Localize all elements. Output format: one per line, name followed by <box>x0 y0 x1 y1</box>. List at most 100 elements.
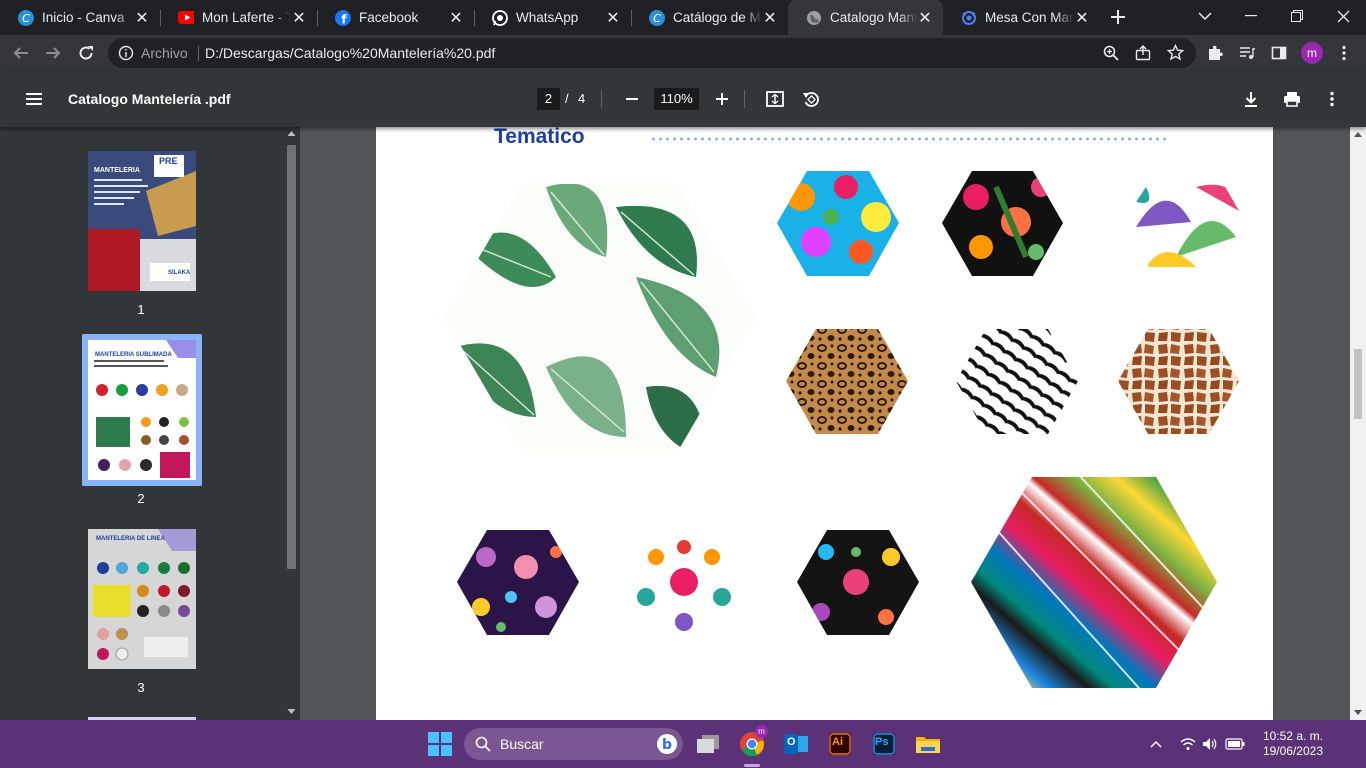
share-icon[interactable] <box>1135 45 1151 66</box>
tab-search-button[interactable] <box>1182 0 1228 32</box>
zoom-level-input[interactable]: 110% <box>654 88 699 110</box>
whatsapp-icon <box>492 9 508 26</box>
tab-catalogo-mantele-active[interactable]: Catalogo Mantele ✕ <box>788 0 943 35</box>
illustrator-taskbar-button[interactable]: Ai <box>826 730 854 758</box>
sidebar-toggle-button[interactable] <box>20 85 48 113</box>
taskbar-search[interactable]: Buscar b <box>464 728 683 760</box>
sidebar-scrollbar[interactable] <box>284 127 299 720</box>
close-icon[interactable]: ✕ <box>605 10 621 27</box>
thumbnail-label: 1 <box>137 302 145 317</box>
printer-icon <box>1284 92 1300 107</box>
page-number-input[interactable]: 2 <box>537 88 560 110</box>
media-control-button[interactable] <box>1233 39 1261 67</box>
close-icon[interactable]: ✕ <box>134 10 150 27</box>
zoom-icon[interactable] <box>1103 45 1119 66</box>
thumbnail-label: 3 <box>137 680 145 695</box>
swatch-tropical-leaves <box>444 184 756 451</box>
back-button[interactable] <box>7 39 35 67</box>
new-tab-button[interactable] <box>1104 3 1132 31</box>
zoom-out-button[interactable] <box>618 85 646 113</box>
task-view-icon <box>697 735 719 753</box>
chrome-menu-button[interactable] <box>1330 39 1358 67</box>
tab-mesa-con-mante[interactable]: Mesa Con Mante ✕ <box>943 0 1100 35</box>
kebab-menu-icon <box>1330 91 1334 107</box>
tab-mon-laferte[interactable]: Mon Laferte - Tu ✕ <box>160 0 317 35</box>
restore-button[interactable] <box>1274 0 1320 32</box>
bookmark-star-icon[interactable] <box>1166 43 1185 66</box>
close-icon[interactable]: ✕ <box>448 10 464 27</box>
clock-date: 19/06/2023 <box>1262 744 1323 758</box>
close-icon[interactable]: ✕ <box>291 10 307 27</box>
reload-button[interactable] <box>72 39 100 67</box>
download-button[interactable] <box>1237 85 1265 113</box>
thumbnail-page-2[interactable]: MANTELERIA SUBLIMADA <box>88 340 196 480</box>
avatar-initial: m <box>758 727 765 736</box>
close-icon[interactable]: ✕ <box>1074 10 1090 27</box>
minimize-icon <box>1245 15 1257 17</box>
tab-catalogo-de-man[interactable]: C Catálogo de Man ✕ <box>631 0 788 35</box>
thumbnail-logo: SILAKA <box>168 270 191 276</box>
extensions-button[interactable] <box>1201 39 1229 67</box>
restore-icon <box>1291 10 1303 22</box>
plus-icon <box>716 93 728 105</box>
address-bar[interactable]: Archivo D:/Descargas/Catalogo%20Manteler… <box>108 38 1196 68</box>
fit-page-button[interactable] <box>761 85 789 113</box>
rotate-icon <box>803 92 819 107</box>
info-icon[interactable] <box>118 45 134 66</box>
fit-to-page-icon <box>766 91 784 107</box>
page-2-preview <box>88 340 196 480</box>
thumbnail-sidebar: MANTELERIA PRE SILAKA 1 MANTELERIA SUBLI… <box>0 127 300 720</box>
pdf-toolbar: Catalogo Mantelería .pdf 2 / 4 110% <box>0 71 1366 127</box>
url-text[interactable]: D:/Descargas/Catalogo%20Mantelería%20.pd… <box>205 45 495 61</box>
pdf-page-2: Tematico <box>376 127 1273 720</box>
close-icon[interactable]: ✕ <box>762 10 778 27</box>
svg-text:C: C <box>653 12 661 25</box>
tab-facebook[interactable]: f Facebook ✕ <box>317 0 474 35</box>
file-explorer-taskbar-button[interactable] <box>914 730 942 758</box>
close-window-button[interactable] <box>1320 0 1366 32</box>
swatch-leopard <box>786 329 908 434</box>
show-hidden-icons-button[interactable] <box>1142 730 1170 758</box>
outlook-taskbar-button[interactable]: O <box>782 730 810 758</box>
start-button[interactable] <box>426 730 454 758</box>
forward-button[interactable] <box>39 39 67 67</box>
thumbnail-page-3[interactable]: MANTELERIA DE LINEA <box>88 529 196 669</box>
viewer-scrollbar[interactable] <box>1350 127 1366 720</box>
profile-button[interactable]: m <box>1298 39 1326 67</box>
scroll-thumb[interactable] <box>287 145 296 569</box>
active-app-indicator <box>744 764 760 767</box>
zoom-in-button[interactable] <box>708 85 736 113</box>
bing-icon[interactable]: b <box>657 734 677 754</box>
page-total: 4 <box>578 91 586 106</box>
outlook-label: O <box>787 736 796 748</box>
minus-icon <box>626 98 638 100</box>
close-icon[interactable]: ✕ <box>917 10 933 27</box>
swatch-serape <box>971 477 1217 688</box>
chrome-taskbar-button[interactable]: m <box>738 725 768 758</box>
swatch-tropical-bright <box>777 171 899 276</box>
svg-text:b: b <box>662 737 672 753</box>
side-panel-icon <box>1271 46 1287 60</box>
scroll-down-arrow[interactable] <box>287 709 296 714</box>
scroll-up-arrow[interactable] <box>287 131 296 136</box>
side-panel-button[interactable] <box>1265 39 1293 67</box>
minimize-button[interactable] <box>1228 0 1274 32</box>
photoshop-taskbar-button[interactable]: Ps <box>870 730 898 758</box>
task-view-button[interactable] <box>694 730 722 758</box>
thumbnail-heading: MANTELERIA SUBLIMADA <box>95 352 172 358</box>
print-button[interactable] <box>1278 85 1306 113</box>
tab-inicio-canva[interactable]: C Inicio - Canva ✕ <box>0 0 160 35</box>
tab-title: Inicio - Canva <box>42 10 125 25</box>
scroll-down-arrow[interactable] <box>1354 710 1362 715</box>
svg-text:f: f <box>341 12 347 26</box>
thumbnail-page-1[interactable]: MANTELERIA PRE SILAKA <box>88 151 196 291</box>
rotate-button[interactable] <box>797 85 825 113</box>
volume-button[interactable] <box>1196 730 1224 758</box>
system-clock[interactable]: 10:52 a. m. 19/06/2023 <box>1263 729 1323 759</box>
download-icon <box>1245 92 1257 107</box>
tab-whatsapp[interactable]: WhatsApp ✕ <box>474 0 631 35</box>
scroll-thumb[interactable] <box>1354 349 1362 419</box>
pdf-more-button[interactable] <box>1318 85 1346 113</box>
battery-button[interactable] <box>1221 730 1249 758</box>
scroll-up-arrow[interactable] <box>1354 132 1362 137</box>
